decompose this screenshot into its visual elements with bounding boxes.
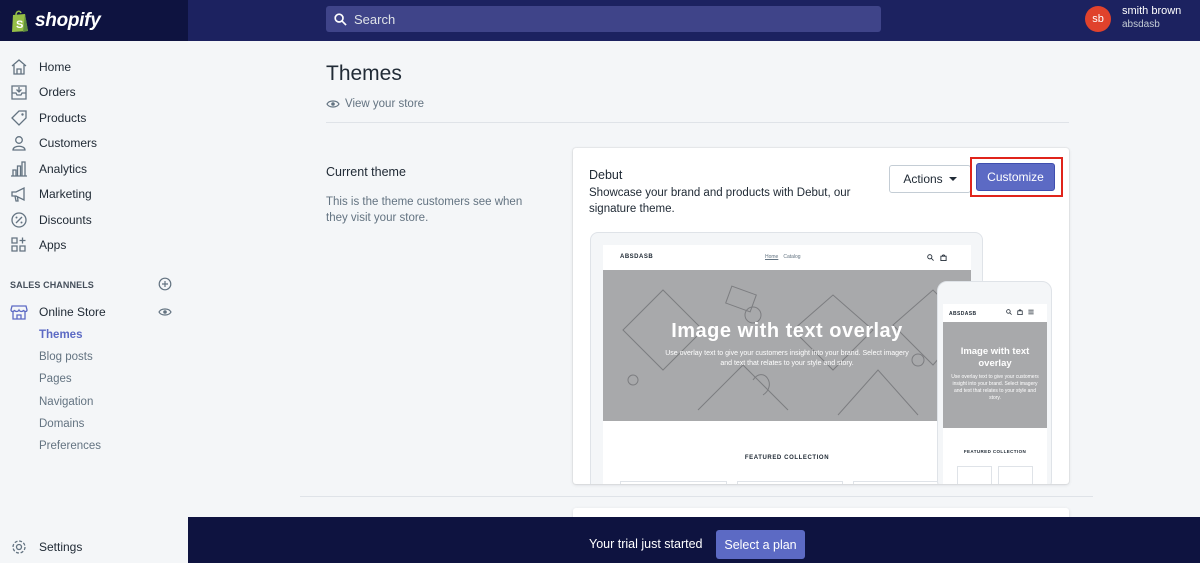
sidebar-subitem-themes[interactable]: Themes bbox=[39, 329, 82, 341]
trial-text: Your trial just started bbox=[589, 537, 703, 551]
current-theme-description: This is the theme customers see when the… bbox=[326, 196, 523, 224]
tag-icon bbox=[11, 110, 27, 126]
sidebar-item-marketing[interactable]: Marketing bbox=[0, 182, 188, 206]
shopify-bag-icon: S bbox=[12, 10, 28, 32]
bag-icon bbox=[940, 253, 947, 261]
eye-icon bbox=[326, 100, 340, 108]
sidebar-item-label: Home bbox=[39, 60, 72, 74]
actions-button[interactable]: Actions bbox=[889, 165, 971, 193]
mobile-hero-text: Use overlay text to give your customers … bbox=[951, 374, 1039, 401]
hero-title: Image with text overlay bbox=[671, 320, 903, 342]
search-icon bbox=[334, 12, 347, 26]
menu-icon bbox=[1028, 309, 1034, 315]
hero-illustration bbox=[622, 285, 969, 416]
sidebar-subitem-navigation[interactable]: Navigation bbox=[39, 396, 93, 408]
sales-channels-label: SALES CHANNELS bbox=[10, 280, 94, 290]
sidebar-subitem-pages[interactable]: Pages bbox=[39, 373, 72, 385]
view-store-link[interactable]: View your store bbox=[326, 97, 424, 111]
sidebar-item-orders[interactable]: Orders bbox=[0, 80, 188, 104]
sidebar-item-customers[interactable]: Customers bbox=[0, 131, 188, 155]
home-icon bbox=[11, 59, 27, 75]
desktop-preview[interactable]: ABSDASB Home Catalog Image with text ove… bbox=[590, 232, 983, 484]
preview-header: ABSDASB Home Catalog bbox=[603, 245, 971, 269]
sidebar-item-discounts[interactable]: Discounts bbox=[0, 208, 188, 232]
current-theme-card: Debut Showcase your brand and products w… bbox=[573, 148, 1069, 484]
mobile-product-tiles bbox=[957, 466, 1033, 484]
divider bbox=[300, 496, 1093, 497]
hero-text: Use overlay text to give your customers … bbox=[665, 350, 909, 367]
sidebar-item-label: Online Store bbox=[39, 305, 106, 319]
gear-icon bbox=[12, 540, 26, 554]
sidebar-item-apps[interactable]: Apps bbox=[0, 233, 188, 257]
brand-name: shopify bbox=[35, 9, 101, 31]
user-store-name[interactable]: absdasb bbox=[1122, 19, 1160, 30]
mobile-hero-image: Image with text overlay Use overlay text… bbox=[943, 322, 1047, 428]
preview-nav-home: Home bbox=[765, 254, 779, 260]
megaphone-icon bbox=[11, 186, 25, 202]
mobile-hero-title: Image with text overlay bbox=[960, 346, 1030, 369]
store-icon bbox=[10, 305, 28, 320]
sidebar-subitem-preferences[interactable]: Preferences bbox=[39, 440, 101, 452]
bar-chart-icon bbox=[11, 161, 27, 177]
sidebar-item-label: Settings bbox=[39, 540, 83, 554]
preview-store-name: ABSDASB bbox=[620, 254, 654, 260]
avatar[interactable]: sb bbox=[1085, 6, 1111, 32]
featured-collection-label: FEATURED COLLECTION bbox=[744, 455, 830, 461]
sidebar-item-label: Discounts bbox=[39, 213, 92, 227]
shopify-logo[interactable]: S shopify bbox=[0, 0, 188, 41]
view-store-label: View your store bbox=[345, 98, 425, 110]
mobile-preview[interactable]: ABSDASB Image with text overlay Use over… bbox=[937, 281, 1052, 484]
preview-store-name: ABSDASB bbox=[949, 311, 977, 317]
theme-name: Debut bbox=[589, 168, 623, 182]
mobile-featured-label: FEATURED COLLECTION bbox=[963, 449, 1027, 454]
discount-icon bbox=[11, 212, 27, 228]
sidebar-item-label: Analytics bbox=[39, 162, 88, 176]
page-title: Themes bbox=[326, 62, 402, 85]
product-tiles bbox=[620, 481, 961, 484]
top-bar: S shopify Search sb smith brown absdasb bbox=[0, 0, 1200, 41]
sidebar: Home Orders Products Customers Analytics… bbox=[0, 41, 188, 563]
sidebar-item-products[interactable]: Products bbox=[0, 106, 188, 130]
sidebar-item-home[interactable]: Home bbox=[0, 55, 188, 79]
divider bbox=[326, 122, 1069, 123]
current-theme-heading: Current theme bbox=[326, 165, 406, 179]
preview-nav: Home Catalog bbox=[765, 254, 801, 260]
caret-down-icon bbox=[948, 177, 957, 181]
sidebar-subitem-domains[interactable]: Domains bbox=[39, 418, 84, 430]
preview-header-icons bbox=[927, 253, 947, 261]
sidebar-item-label: Products bbox=[39, 111, 87, 125]
orders-icon bbox=[11, 85, 27, 100]
trial-banner: Your trial just started Select a plan bbox=[188, 517, 1200, 563]
preview-nav-catalog: Catalog bbox=[783, 254, 801, 260]
desktop-screen: ABSDASB Home Catalog Image with text ove… bbox=[603, 245, 971, 484]
search-input[interactable]: Search bbox=[326, 6, 881, 32]
mobile-screen: ABSDASB Image with text overlay Use over… bbox=[943, 304, 1047, 484]
search-icon bbox=[1006, 309, 1012, 315]
select-plan-button[interactable]: Select a plan bbox=[716, 530, 805, 559]
bag-icon bbox=[1017, 309, 1023, 315]
search-placeholder: Search bbox=[354, 11, 396, 27]
actions-label: Actions bbox=[903, 172, 943, 186]
person-icon bbox=[12, 136, 26, 151]
theme-description: Showcase your brand and products with De… bbox=[589, 187, 851, 215]
add-channel-icon[interactable] bbox=[158, 277, 172, 291]
sidebar-item-label: Marketing bbox=[39, 187, 92, 201]
customize-button[interactable]: Customize bbox=[976, 163, 1055, 191]
sidebar-item-label: Orders bbox=[39, 85, 76, 99]
apps-icon bbox=[11, 237, 26, 252]
search-icon bbox=[927, 253, 934, 261]
svg-text:S: S bbox=[16, 19, 23, 31]
sidebar-item-label: Apps bbox=[39, 238, 67, 252]
sidebar-item-analytics[interactable]: Analytics bbox=[0, 157, 188, 181]
preview-header-icons bbox=[1006, 309, 1034, 315]
sidebar-item-settings[interactable]: Settings bbox=[0, 535, 188, 559]
user-name[interactable]: smith brown bbox=[1122, 5, 1181, 17]
sidebar-subitem-blog-posts[interactable]: Blog posts bbox=[39, 351, 93, 363]
hero-image: Image with text overlay Use overlay text… bbox=[603, 270, 971, 421]
sidebar-item-label: Customers bbox=[39, 136, 98, 150]
eye-icon[interactable] bbox=[158, 305, 172, 319]
